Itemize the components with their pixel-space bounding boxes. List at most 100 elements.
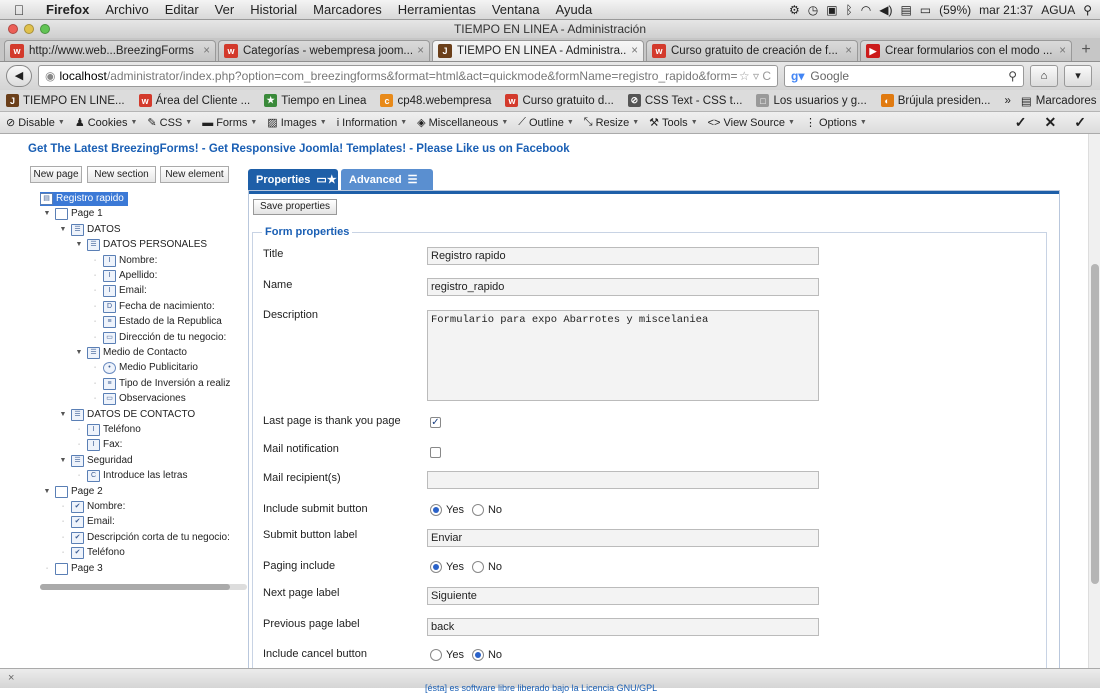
clock[interactable]: mar 21:37 [979, 3, 1033, 17]
search-box[interactable]: g▾ Google ⚲ [784, 65, 1024, 87]
tree-node-summary[interactable]: · ✔ Teléfono [58, 546, 125, 560]
home-button[interactable]: ⌂ [1030, 65, 1058, 87]
paging-include-yes-radio[interactable] [430, 561, 442, 573]
bookmark-item[interactable]: ★ Tiempo en Linea [264, 94, 366, 107]
browser-tab[interactable]: w http://www.web...BreezingForms × [4, 40, 216, 61]
menu-editar[interactable]: Editar [157, 2, 207, 17]
tree-node-section[interactable]: ▼ ☰ DATOS DE CONTACTO [58, 408, 195, 422]
bluetooth-icon[interactable]: ᛒ [846, 3, 853, 17]
search-icon[interactable]: ⚲ [1008, 69, 1017, 83]
tree-node-summary[interactable]: · ✔ Descripción corta de tu negocio: [58, 531, 230, 545]
close-tab-icon[interactable]: × [845, 45, 852, 57]
tree-node-textarea[interactable]: · ▭ Observaciones [90, 392, 186, 406]
new-element-button[interactable]: New element [160, 166, 229, 183]
bookmark-item[interactable]: c cp48.webempresa [380, 94, 491, 107]
menu-archivo[interactable]: Archivo [97, 2, 156, 17]
menu-ventana[interactable]: Ventana [484, 2, 548, 17]
tree-node-captcha[interactable]: · C Introduce las letras [74, 469, 188, 483]
tree-node-page[interactable]: ▼ Page 2 [42, 485, 103, 499]
close-icon[interactable]: ✕ [1045, 114, 1057, 131]
google-icon[interactable]: g▾ [791, 69, 804, 83]
bookmark-item[interactable]: J TIEMPO EN LINE... [6, 94, 125, 107]
name-input[interactable]: registro_rapido [427, 278, 819, 296]
battery-icon[interactable]: ▭ [920, 3, 931, 17]
tree-toggle-icon[interactable]: ▼ [58, 223, 68, 237]
tree-node-section[interactable]: ▼ ☰ DATOS [58, 223, 121, 237]
validate-icon[interactable]: ✓ [1074, 114, 1086, 131]
tree-node-date[interactable]: · D Fecha de nacimiento: [90, 300, 215, 314]
tree-node-summary[interactable]: · ✔ Email: [58, 515, 115, 529]
tree-toggle-icon[interactable]: ▼ [42, 207, 52, 221]
close-tab-icon[interactable]: × [631, 45, 638, 57]
tree-node-summary[interactable]: · ✔ Nombre: [58, 500, 125, 514]
include-submit-no-radio[interactable] [471, 504, 484, 516]
tree-node-text[interactable]: · I Fax: [74, 438, 122, 452]
submit-label-input[interactable]: Enviar [427, 529, 819, 547]
paging-include-no-radio[interactable] [471, 561, 484, 573]
tree-node-page[interactable]: · Page 3 [42, 562, 103, 576]
bookmark-item[interactable]: w Curso gratuito d... [505, 94, 614, 107]
user-name[interactable]: AGUA [1041, 3, 1075, 17]
tree-node-select[interactable]: · ≡ Tipo de Inversión a realiz [90, 377, 230, 391]
page-vertical-scrollbar[interactable] [1088, 134, 1100, 668]
browser-tab[interactable]: w Curso gratuito de creación de f... × [646, 40, 858, 61]
tree-node-radio[interactable]: · • Medio Publicitario [90, 361, 198, 375]
browser-tab[interactable]: w Categorías - webempresa joom... × [218, 40, 430, 61]
tree-node-textarea[interactable]: · ▭ Dirección de tu negocio: [90, 331, 226, 345]
close-tab-icon[interactable]: × [417, 45, 424, 57]
menu-firefox[interactable]: Firefox [38, 2, 97, 17]
bookmark-item[interactable]: w Área del Cliente ... [138, 94, 250, 107]
display-icon[interactable]: ▣ [826, 3, 837, 17]
bookmark-item[interactable]: ⊘ CSS Text - CSS t... [627, 94, 742, 107]
next-page-label-input[interactable]: Siguiente [427, 587, 819, 605]
back-button[interactable]: ◀ [6, 65, 32, 87]
devbar-menu-item[interactable]: i Information ▼ [337, 117, 407, 129]
previous-page-label-input[interactable]: back [427, 618, 819, 636]
devbar-menu-item[interactable]: ⊘ Disable ▼ [6, 116, 65, 130]
wifi-icon[interactable]: ◠ [861, 3, 871, 17]
tree-toggle-icon[interactable]: ▼ [58, 454, 68, 468]
tree-node-section[interactable]: ▼ ☰ Medio de Contacto [74, 346, 187, 360]
url-bar[interactable]: ◉ localhost /administrator/index.php?opt… [38, 65, 778, 87]
flag-icon[interactable]: ▤ [900, 3, 911, 17]
menu-ver[interactable]: Ver [207, 2, 243, 17]
close-window-icon[interactable] [8, 24, 18, 34]
include-cancel-yes-radio[interactable] [430, 649, 442, 661]
tree-horizontal-scrollbar[interactable] [40, 584, 247, 590]
devbar-menu-item[interactable]: ▬ Forms ▼ [202, 117, 257, 129]
bookmark-star-icon[interactable]: ☆ ▿ C [739, 69, 771, 83]
bookmarks-menu[interactable]: » ▤ Marcadores ▼ [1004, 94, 1100, 108]
menu-herramientas[interactable]: Herramientas [390, 2, 484, 17]
devbar-menu-item[interactable]: <> View Source ▼ [708, 117, 795, 129]
bookmark-item[interactable]: ◐ Brújula presiden... [880, 94, 990, 107]
bookmark-item[interactable]: □ Los usuarios y g... [756, 94, 867, 107]
tree-node-text[interactable]: · I Nombre: [90, 254, 157, 268]
devbar-menu-item[interactable]: ⤡ Resize ▼ [584, 116, 639, 129]
devbar-menu-item[interactable]: ◈ Miscellaneous ▼ [417, 116, 508, 130]
devbar-menu-item[interactable]: ▨ Images ▼ [267, 116, 326, 130]
new-tab-button[interactable]: + [1074, 40, 1098, 61]
time-machine-icon[interactable]: ◷ [808, 3, 818, 17]
tree-node-text[interactable]: · I Apellido: [90, 269, 157, 283]
footer-license-text[interactable]: [ésta] es software libre liberado bajo l… [425, 679, 657, 697]
apple-icon[interactable]:  [0, 2, 38, 18]
dropbox-icon[interactable]: ⚙ [789, 3, 800, 17]
tree-node-page[interactable]: ▼ Page 1 [42, 207, 103, 221]
close-tab-icon[interactable]: × [203, 45, 210, 57]
new-section-button[interactable]: New section [87, 166, 156, 183]
browser-tab[interactable]: ▶ Crear formularios con el modo ... × [860, 40, 1072, 61]
zoom-window-icon[interactable] [40, 24, 50, 34]
promo-links[interactable]: Get The Latest BreezingForms! - Get Resp… [28, 143, 570, 155]
devbar-menu-item[interactable]: ⟋ Outline ▼ [518, 116, 574, 129]
tree-toggle-icon[interactable]: ▼ [42, 485, 52, 499]
tree-node-text[interactable]: · I Email: [90, 284, 147, 298]
include-submit-yes-radio[interactable] [430, 504, 442, 516]
devbar-menu-item[interactable]: ⋮ Options ▼ [805, 116, 867, 130]
tab-properties[interactable]: Properties ▭★ [248, 169, 338, 190]
tab-advanced[interactable]: Advanced ☰ [341, 169, 433, 190]
title-input[interactable]: Registro rapido [427, 247, 819, 265]
tree-toggle-icon[interactable]: ▼ [74, 238, 84, 252]
close-tab-icon[interactable]: × [1059, 45, 1066, 57]
tree-node-select[interactable]: · ≡ Estado de la Republica [90, 315, 222, 329]
tree-node-form[interactable]: ▤ Registro rapido [40, 192, 128, 206]
